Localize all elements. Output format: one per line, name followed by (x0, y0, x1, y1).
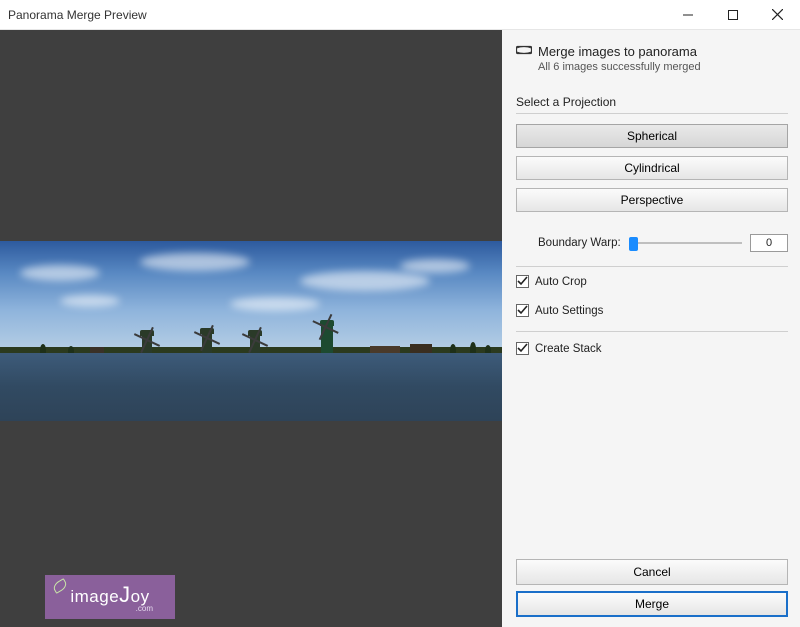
watermark-sub: .com (136, 604, 153, 613)
divider (516, 113, 788, 114)
projection-cylindrical[interactable]: Cylindrical (516, 156, 788, 180)
divider (516, 331, 788, 332)
window-title: Panorama Merge Preview (0, 8, 665, 22)
panel-title: Merge images to panorama (538, 44, 697, 59)
checkmark-icon (516, 304, 529, 317)
boundary-warp-value[interactable]: 0 (750, 234, 788, 252)
minimize-button[interactable] (665, 0, 710, 30)
create-stack-checkbox[interactable]: Create Stack (516, 342, 788, 355)
boundary-warp-label: Boundary Warp: (538, 237, 621, 249)
checkmark-icon (516, 342, 529, 355)
checkmark-icon (516, 275, 529, 288)
preview-area: imageJoy .com (0, 30, 502, 627)
projection-perspective[interactable]: Perspective (516, 188, 788, 212)
auto-crop-checkbox[interactable]: Auto Crop (516, 275, 788, 288)
panel-subtitle: All 6 images successfully merged (538, 61, 788, 73)
close-button[interactable] (755, 0, 800, 30)
auto-crop-label: Auto Crop (535, 276, 587, 288)
maximize-button[interactable] (710, 0, 755, 30)
titlebar: Panorama Merge Preview (0, 0, 800, 30)
panorama-icon (516, 44, 532, 59)
boundary-warp-slider[interactable] (629, 236, 742, 250)
options-panel: Merge images to panorama All 6 images su… (502, 30, 800, 627)
auto-settings-checkbox[interactable]: Auto Settings (516, 304, 788, 317)
auto-settings-label: Auto Settings (535, 305, 603, 317)
watermark: imageJoy .com (45, 575, 175, 619)
create-stack-label: Create Stack (535, 343, 601, 355)
divider (516, 266, 788, 267)
panorama-preview (0, 241, 502, 421)
projection-label: Select a Projection (516, 95, 788, 109)
content: imageJoy .com Merge images to panorama A… (0, 30, 800, 627)
merge-button[interactable]: Merge (516, 591, 788, 617)
cancel-button[interactable]: Cancel (516, 559, 788, 585)
projection-spherical[interactable]: Spherical (516, 124, 788, 148)
